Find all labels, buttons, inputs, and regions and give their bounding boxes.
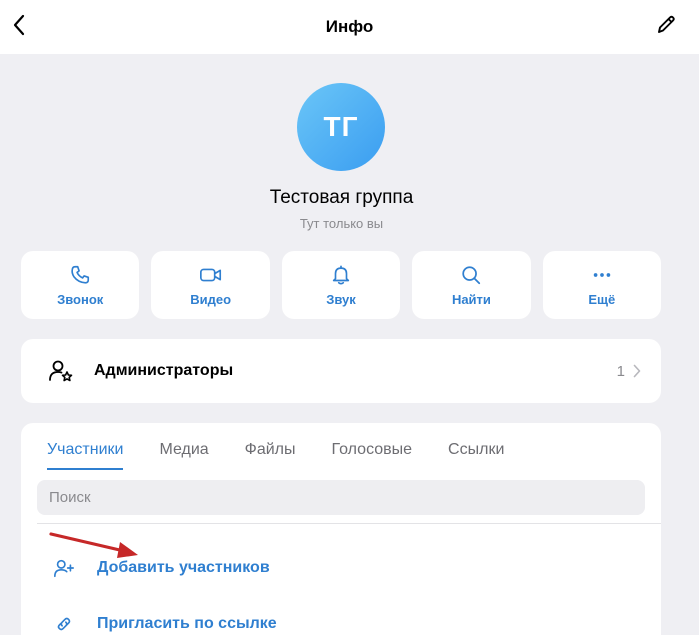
admin-user-star-icon: [49, 360, 73, 382]
page-title: Инфо: [325, 17, 374, 36]
more-icon: [593, 272, 611, 277]
find-button[interactable]: Найти: [412, 251, 531, 319]
tab-links[interactable]: Ссылки: [448, 441, 504, 470]
back-button[interactable]: [4, 10, 34, 40]
more-button[interactable]: Ещё: [542, 251, 662, 319]
invite-link-label: Пригласить по ссылке: [97, 615, 277, 632]
tab-voice[interactable]: Голосовые: [332, 441, 413, 470]
search-input[interactable]: [37, 480, 645, 515]
link-icon: [57, 617, 71, 631]
chevron-left-icon: [13, 14, 25, 36]
find-label: Найти: [451, 291, 491, 307]
members-tabs: Участники Медиа Файлы Голосовые Ссылки: [47, 441, 504, 470]
search-icon: [462, 265, 481, 284]
group-subtitle: Тут только вы: [299, 216, 384, 231]
call-label: Звонок: [57, 291, 104, 307]
members-panel: Участники Медиа Файлы Голосовые Ссылки Д…: [21, 423, 661, 635]
invite-link-row[interactable]: Пригласить по ссылке: [53, 613, 277, 635]
sound-label: Звук: [326, 291, 356, 307]
pencil-icon: [658, 15, 675, 33]
add-members-row[interactable]: Добавить участников: [53, 557, 270, 579]
divider: [37, 523, 661, 524]
video-button[interactable]: Видео: [151, 251, 270, 319]
administrators-row[interactable]: Администраторы 1: [21, 339, 661, 403]
sound-button[interactable]: Звук: [281, 251, 401, 319]
administrators-count: 1: [616, 362, 625, 380]
phone-icon: [71, 265, 90, 284]
edit-button[interactable]: [651, 10, 681, 40]
video-label: Видео: [190, 291, 232, 307]
tab-members[interactable]: Участники: [47, 441, 124, 470]
bell-icon: [332, 264, 350, 285]
tab-files[interactable]: Файлы: [245, 441, 296, 470]
video-icon: [199, 268, 221, 281]
add-user-icon: [54, 559, 74, 578]
call-button[interactable]: Звонок: [21, 251, 140, 319]
avatar-initials: ТГ: [323, 111, 359, 142]
group-avatar[interactable]: ТГ: [297, 83, 385, 171]
chevron-right-icon: [633, 364, 641, 378]
more-label: Ещё: [588, 291, 616, 307]
administrators-label: Администраторы: [94, 362, 234, 379]
top-bar: Инфо: [0, 0, 699, 54]
add-members-label: Добавить участников: [97, 559, 270, 576]
action-buttons: Звонок Видео Звук Найти Ещё: [21, 251, 662, 319]
group-name: Тестовая группа: [269, 187, 414, 208]
tab-media[interactable]: Медиа: [159, 441, 208, 470]
